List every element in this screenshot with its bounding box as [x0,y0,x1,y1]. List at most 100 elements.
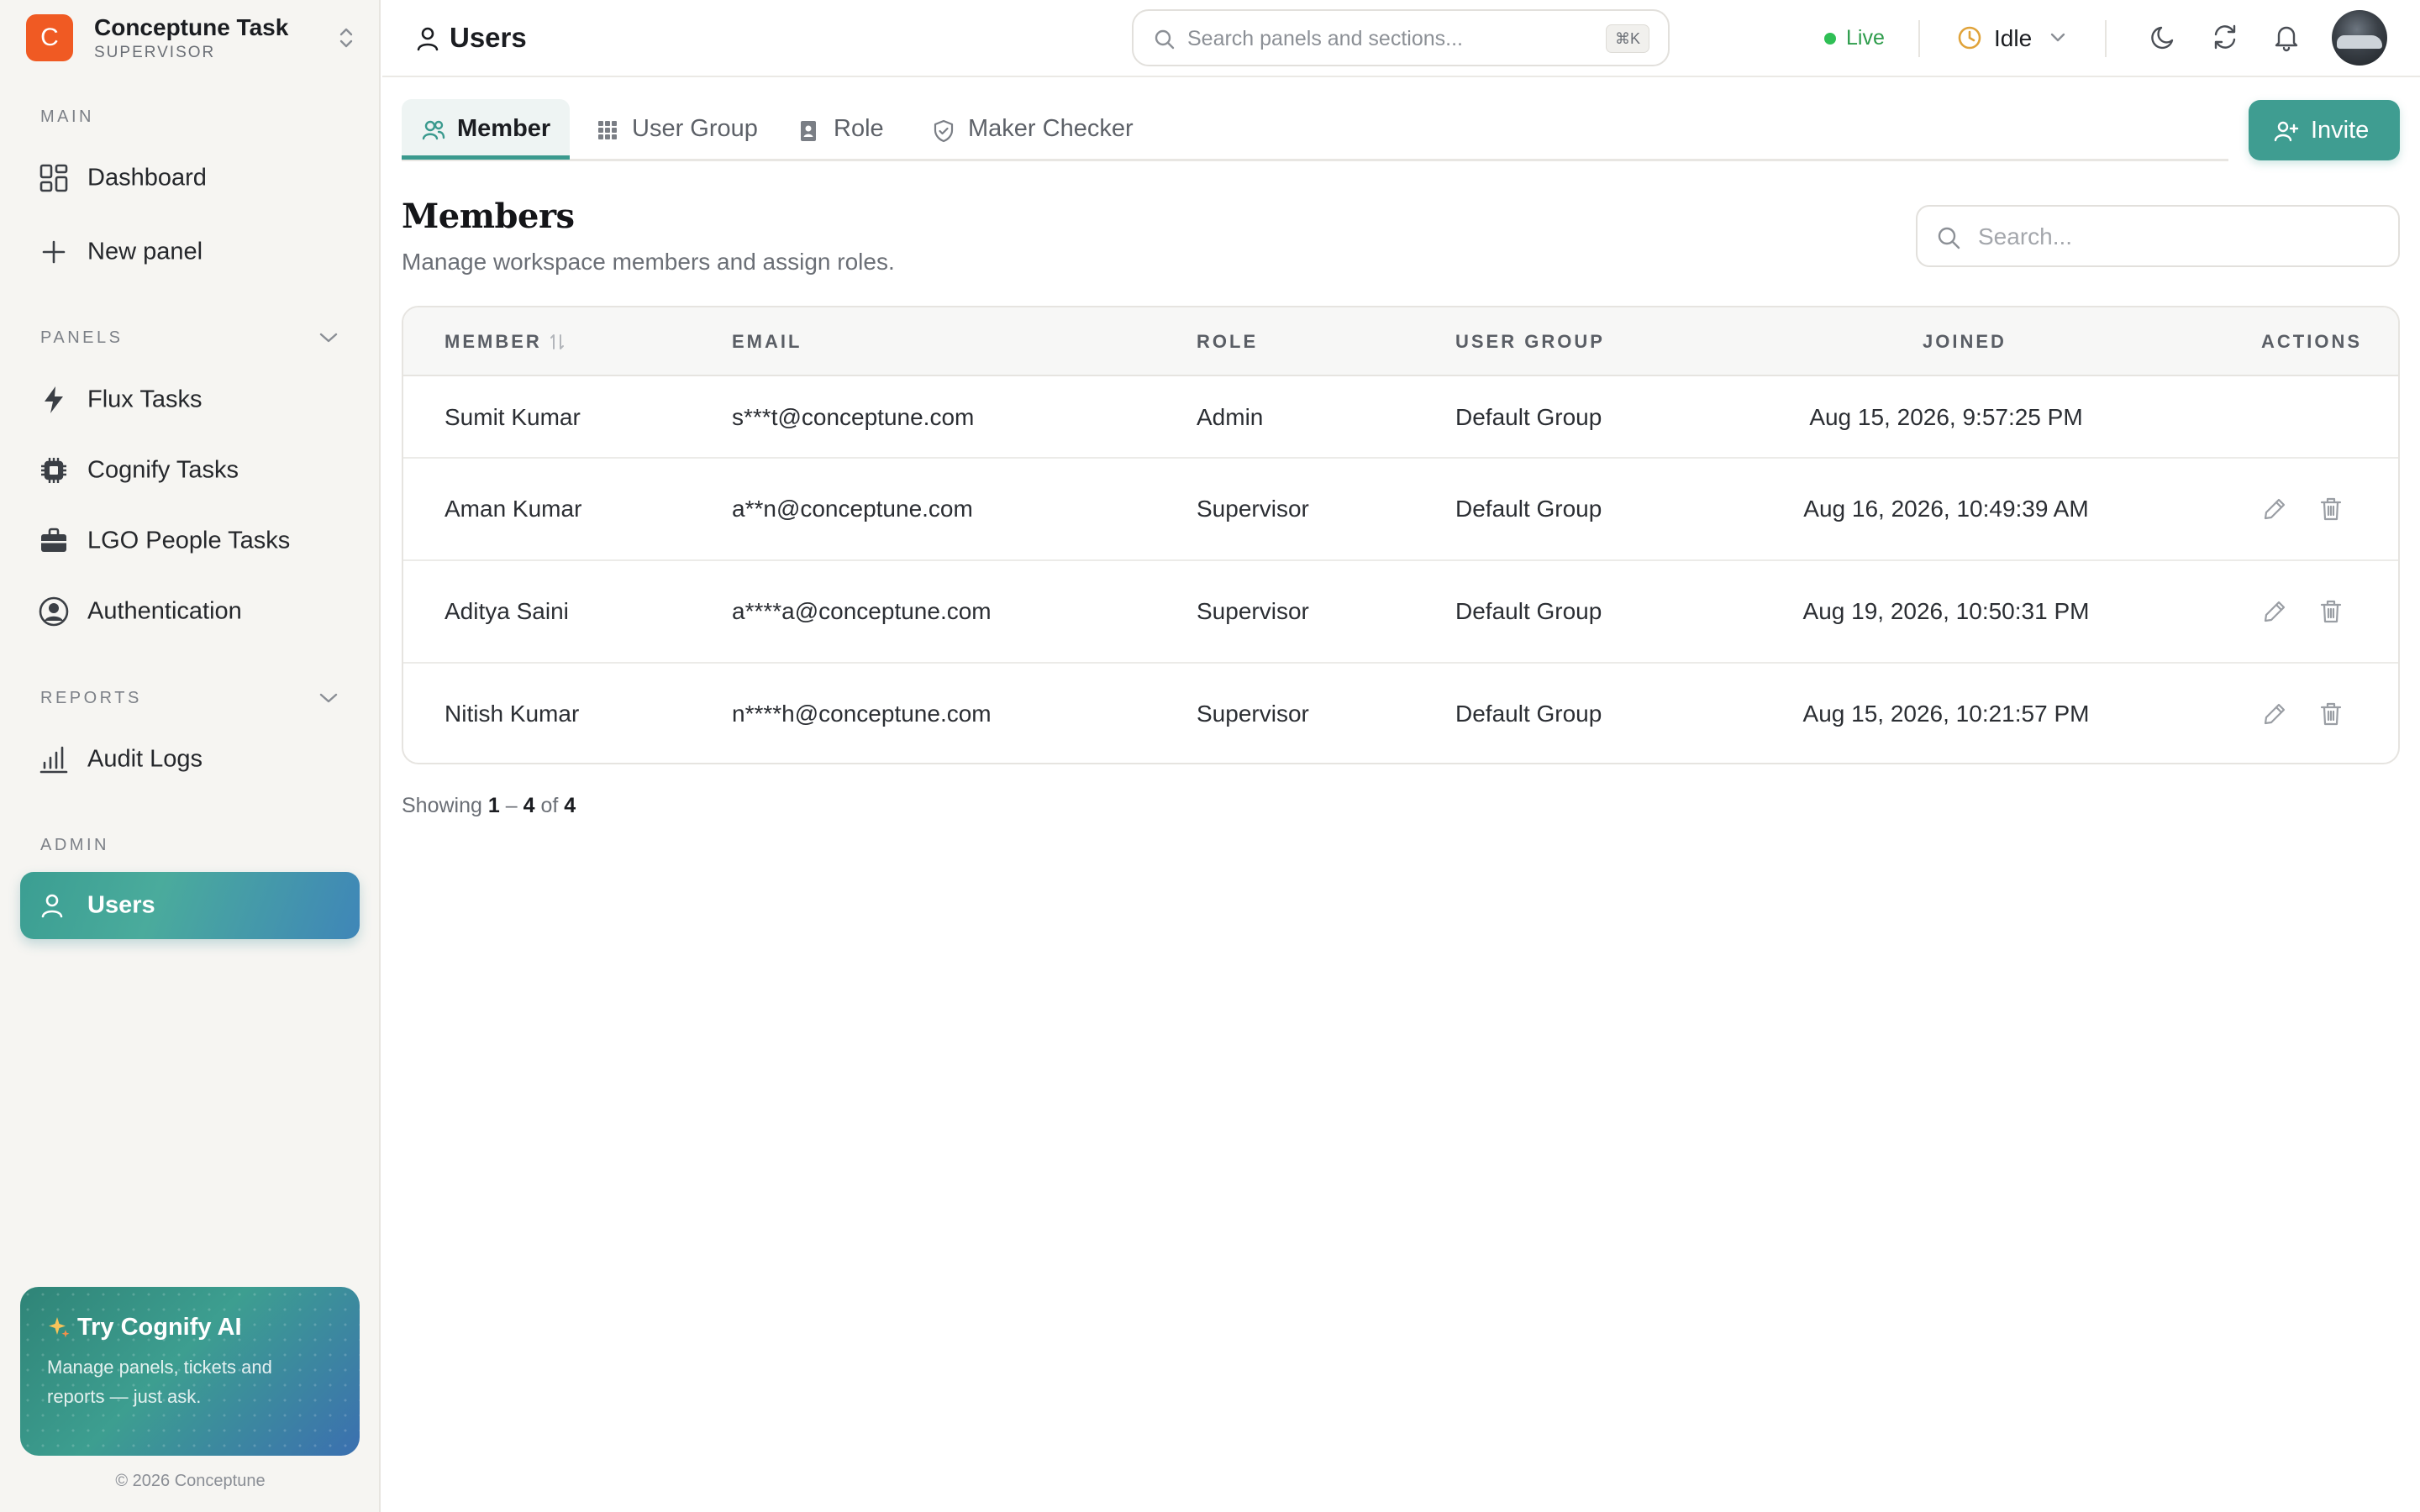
sidebar-item-cognify-tasks[interactable]: Cognify Tasks [20,437,360,504]
sidebar-item-label: Authentication [87,597,242,625]
plus-icon [39,237,69,267]
search-icon [1936,225,1961,250]
user-icon [416,26,439,51]
copyright: © 2026 Conceptune [115,1472,266,1490]
cognify-ai-promo-card[interactable]: Try Cognify AI Manage panels, tickets an… [20,1287,360,1456]
trash-icon[interactable] [2319,599,2343,624]
presence-status-label: Idle [1994,25,2033,51]
column-header-email: EMAIL [732,331,802,352]
tab-label: Role [834,115,884,142]
member-role: Supervisor [1197,496,1309,522]
users-tabs: Member User Group Role Maker Checker [402,99,2228,161]
briefcase-icon [39,526,69,556]
global-search[interactable]: ⌘K [1132,9,1670,66]
brand-logo: C [26,14,73,61]
sidebar-item-dashboard[interactable]: Dashboard [20,144,360,212]
tab-label: Member [457,115,551,142]
sidebar: C Conceptune Task SUPERVISOR MAIN Dashbo… [0,0,381,1512]
member-search[interactable] [1916,205,2400,267]
invite-button[interactable]: Invite [2249,100,2400,160]
sidebar-item-users[interactable]: Users [20,872,360,939]
member-email: a**n@conceptune.com [732,496,973,522]
member-name: Aditya Saini [445,598,569,624]
bar-chart-icon [39,744,69,774]
trash-icon[interactable] [2319,701,2343,727]
sidebar-item-lgo-people-tasks[interactable]: LGO People Tasks [20,507,360,575]
sidebar-item-authentication[interactable]: Authentication [20,578,360,645]
sidebar-item-label: Users [87,891,155,919]
trash-icon[interactable] [2319,496,2343,522]
member-joined: Aug 19, 2026, 10:50:31 PM [1802,598,2090,624]
sidebar-item-new-panel[interactable]: New panel [20,218,360,286]
dashboard-grid-icon [39,163,69,193]
user-role-label: SUPERVISOR [94,44,216,61]
member-search-input[interactable] [1978,222,2381,252]
member-user-group: Default Group [1455,404,1602,430]
chevron-up-down-icon [337,26,355,50]
member-user-group: Default Group [1455,598,1602,624]
sparkle-icon [47,1315,71,1339]
member-email: a****a@conceptune.com [732,598,992,624]
member-role: Supervisor [1197,598,1309,624]
column-header-member[interactable]: MEMBER [445,331,542,353]
column-header-user-group: USER GROUP [1455,331,1605,352]
search-icon [1154,29,1176,50]
bell-icon[interactable] [2271,22,2302,52]
sort-icon[interactable] [550,333,565,351]
sidebar-item-label: Dashboard [87,164,207,192]
divider [1918,20,1920,57]
sidebar-item-label: LGO People Tasks [87,527,291,554]
tab-label: User Group [632,115,758,142]
table-row: Nitish Kumar n****h@conceptune.com Super… [403,664,2398,763]
workspace-switcher[interactable]: C Conceptune Task SUPERVISOR [26,14,355,61]
tab-member[interactable]: Member [402,99,570,160]
pager-from: 1 [487,794,500,817]
member-name: Sumit Kumar [445,404,581,430]
member-joined: Aug 16, 2026, 10:49:39 AM [1803,496,2089,522]
presence-status-dropdown[interactable]: Idle [1957,20,2075,57]
moon-icon[interactable] [2149,22,2179,52]
pagination-summary: Showing 1 – 4 of 4 [402,794,576,818]
member-role: Supervisor [1197,701,1309,727]
search-shortcut-badge: ⌘K [1605,24,1649,53]
tab-user-group[interactable]: User Group [576,99,770,160]
refresh-icon[interactable] [2210,22,2240,52]
avatar-image [2337,35,2382,49]
chevron-down-icon[interactable] [318,330,339,345]
chevron-down-icon [2049,32,2066,44]
sidebar-item-label: Audit Logs [87,745,203,773]
tab-maker-checker[interactable]: Maker Checker [913,99,1156,160]
sidebar-item-label: New panel [87,238,203,265]
member-joined: Aug 15, 2026, 9:57:25 PM [1809,404,2083,430]
sidebar-item-audit-logs[interactable]: Audit Logs [20,726,360,793]
member-name: Aman Kumar [445,496,582,522]
grid-icon [597,119,618,141]
user-circle-icon [39,596,69,627]
edit-icon[interactable] [2262,599,2287,624]
sidebar-item-label: Cognify Tasks [87,456,239,484]
nav-section-panels: PANELS [40,328,124,347]
tab-label: Maker Checker [968,115,1134,142]
edit-icon[interactable] [2262,701,2287,727]
member-role: Admin [1197,404,1264,430]
global-search-input[interactable] [1187,23,1591,55]
member-email: n****h@conceptune.com [732,701,992,727]
chip-icon [39,455,69,486]
column-header-actions: ACTIONS [2261,331,2362,352]
id-badge-icon [798,119,818,143]
page-title: Users [450,22,527,53]
member-name: Nitish Kumar [445,701,580,727]
members-subtitle: Manage workspace members and assign role… [402,249,895,275]
divider [2105,20,2107,57]
member-user-group: Default Group [1455,701,1602,727]
chevron-down-icon[interactable] [318,690,339,706]
edit-icon[interactable] [2262,496,2287,522]
sidebar-item-flux-tasks[interactable]: Flux Tasks [20,366,360,433]
user-plus-icon [2274,120,2299,142]
app-name: Conceptune Task [94,14,289,40]
user-avatar[interactable] [2332,10,2387,66]
member-joined: Aug 15, 2026, 10:21:57 PM [1802,701,2090,727]
member-email: s***t@conceptune.com [732,404,975,430]
sidebar-item-label: Flux Tasks [87,386,203,413]
tab-role[interactable]: Role [778,99,904,160]
